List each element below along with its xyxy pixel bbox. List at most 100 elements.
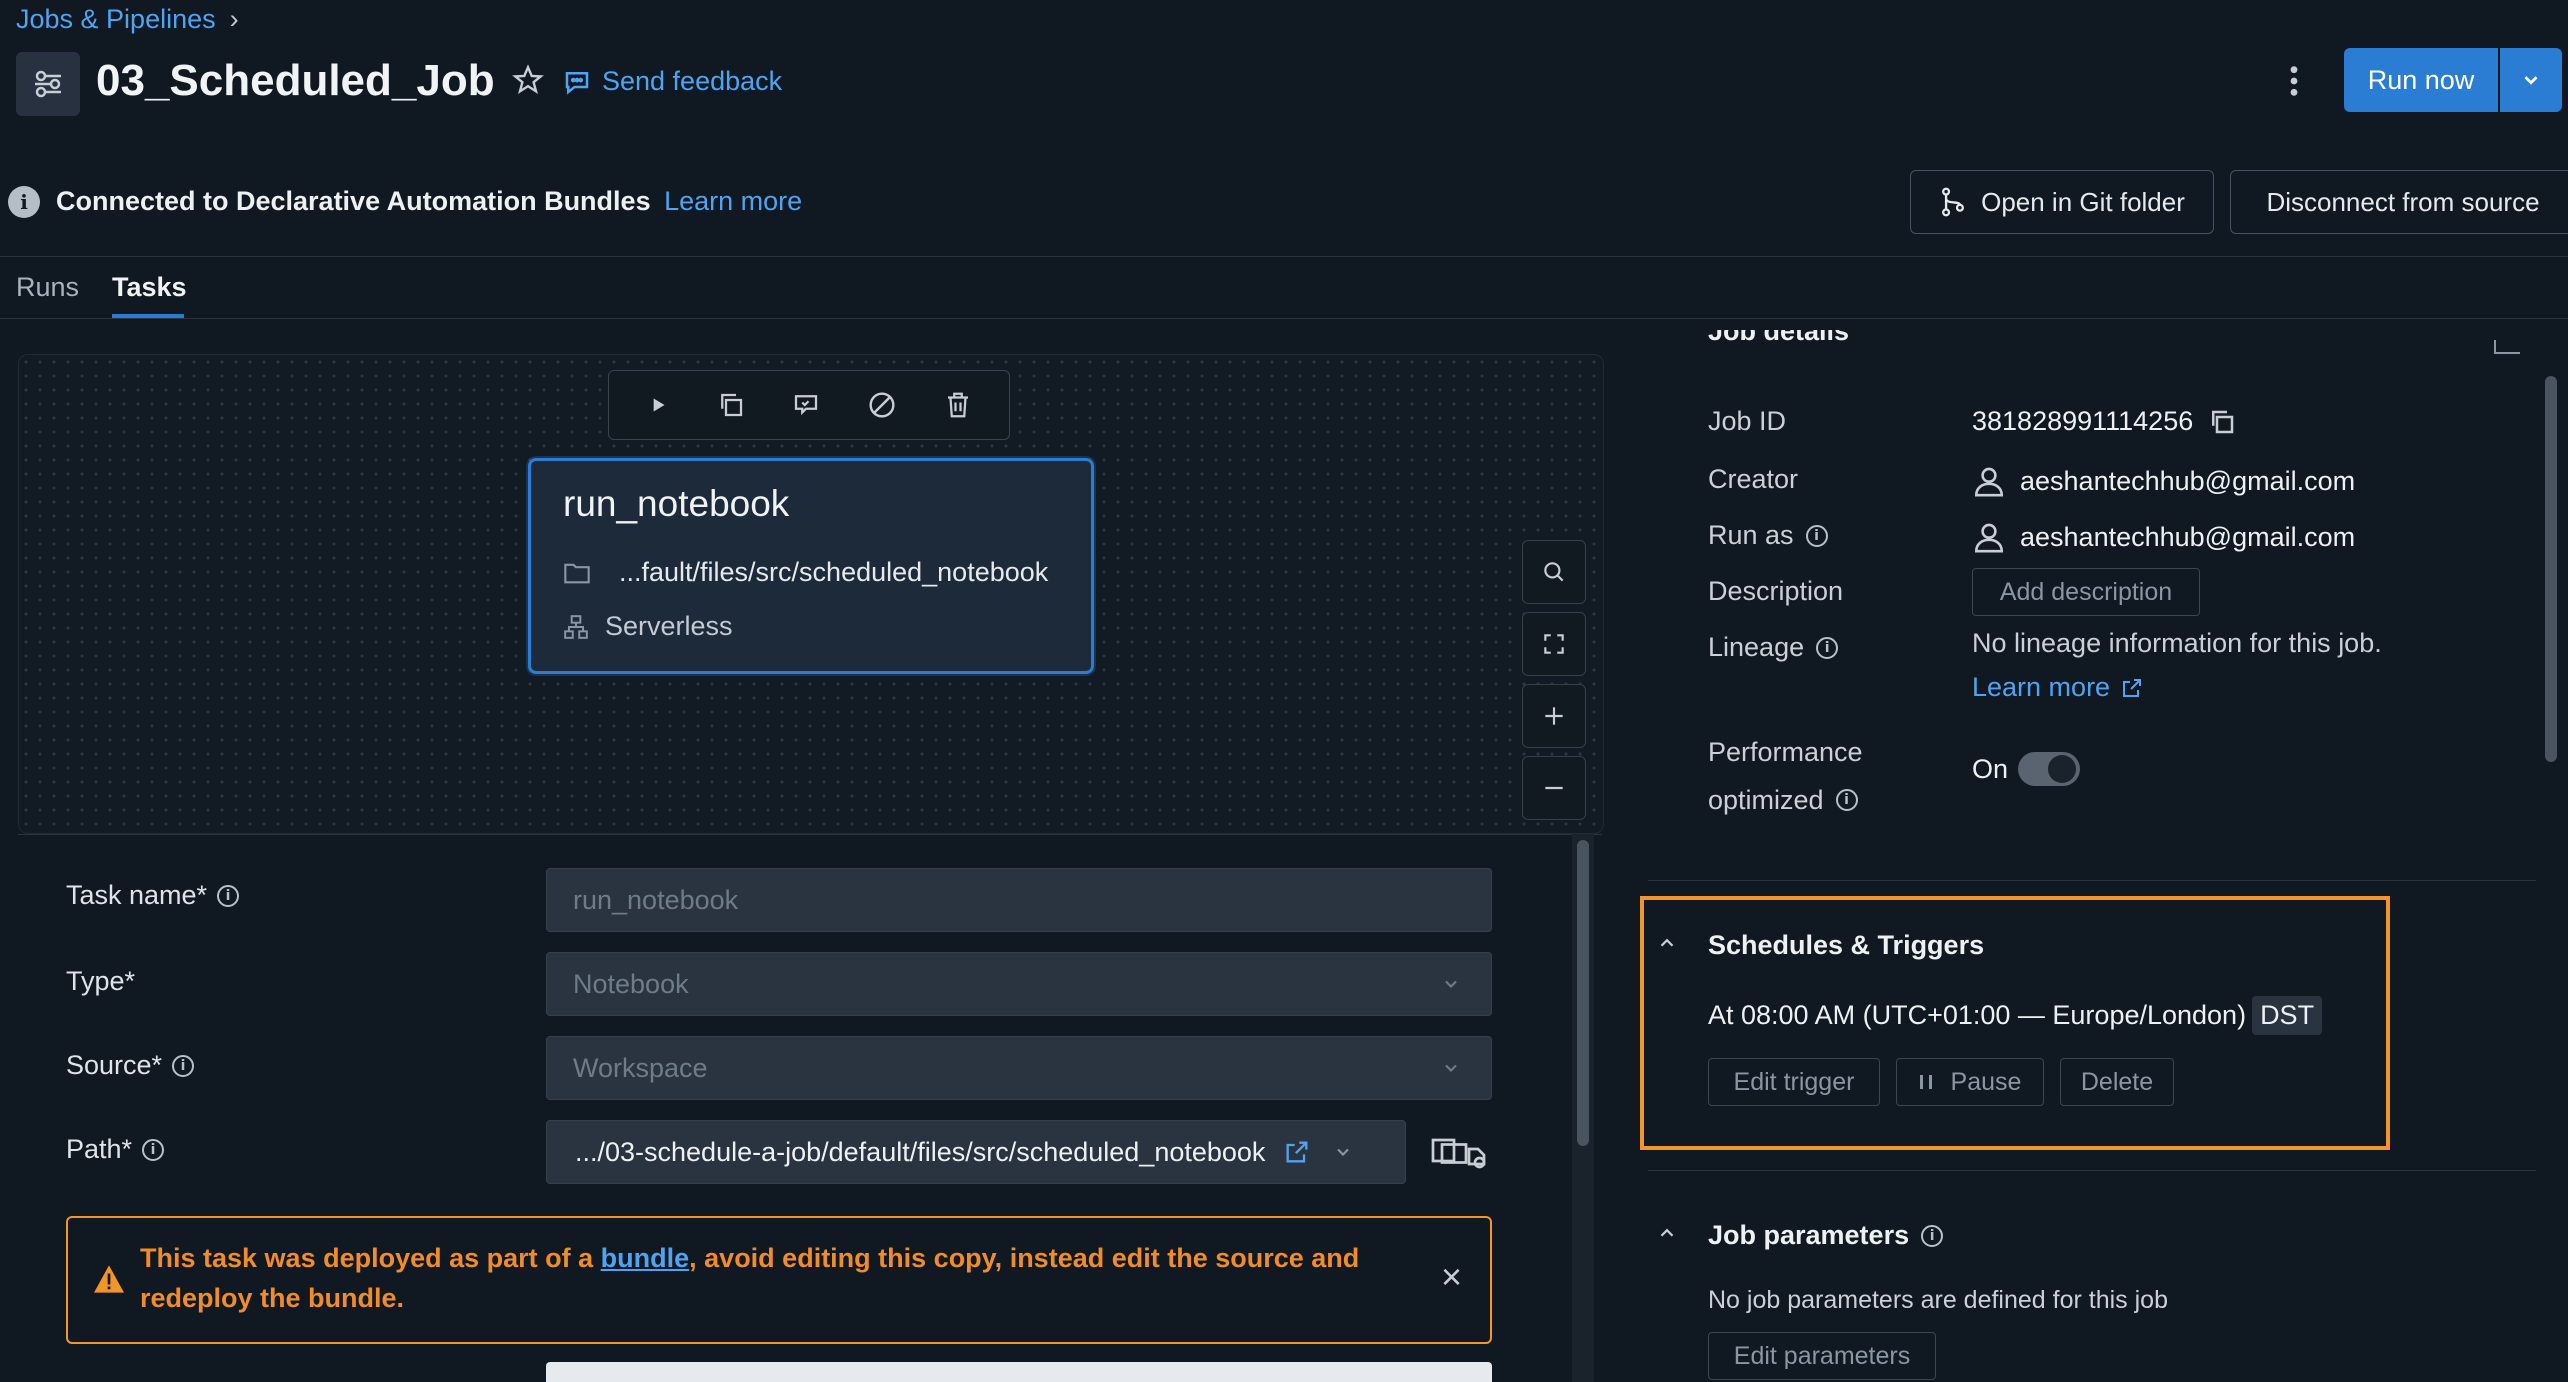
delete-trigger-button[interactable]: Delete xyxy=(2060,1058,2174,1106)
bundle-link[interactable]: bundle xyxy=(601,1243,690,1273)
folder-icon xyxy=(564,563,590,583)
compute-cluster-icon xyxy=(564,614,588,639)
pause-icon xyxy=(1919,1075,1932,1089)
performance-toggle[interactable] xyxy=(2018,752,2080,786)
performance-optimized-label: Performance optimized i xyxy=(1708,737,1863,815)
search-icon xyxy=(1544,562,1564,582)
description-label: Description xyxy=(1708,576,1844,606)
trash-icon[interactable] xyxy=(943,390,973,420)
copy-icon[interactable] xyxy=(2207,407,2237,437)
schedule-text: At 08:00 AM (UTC+01:00 — Europe/London) … xyxy=(1708,996,2323,1035)
external-link-icon[interactable] xyxy=(1283,1138,1311,1166)
tabs-divider xyxy=(0,318,2568,319)
run-as-label: Run as i xyxy=(1708,520,1828,551)
run-now-button[interactable]: Run now xyxy=(2344,48,2498,112)
type-select[interactable]: Notebook xyxy=(546,952,1492,1016)
warning-text: This task was deployed as part of a bund… xyxy=(140,1243,1360,1313)
edit-parameters-button[interactable]: Edit parameters xyxy=(1708,1332,1936,1380)
details-section-title-partial: Job details xyxy=(1708,330,1850,346)
warning-triangle-icon xyxy=(94,1265,124,1293)
bundle-banner-text: Connected to Declarative Automation Bund… xyxy=(56,186,803,216)
details-scrollbar[interactable] xyxy=(2540,370,2562,1382)
favorite-star-icon[interactable] xyxy=(512,64,544,96)
task-node-title: run_notebook xyxy=(563,483,790,524)
open-in-git-folder-button[interactable]: Open in Git folder xyxy=(1910,170,2214,234)
tab-tasks[interactable]: Tasks xyxy=(112,272,187,303)
task-node-compute-row: Serverless xyxy=(563,611,733,642)
creator-label: Creator xyxy=(1708,464,1799,494)
play-icon[interactable] xyxy=(645,392,671,418)
source-label: Source* i xyxy=(66,1050,195,1081)
info-icon[interactable]: i xyxy=(1805,524,1828,547)
creator-value: aeshantechhub@gmail.com xyxy=(1972,464,2355,498)
type-label: Type* xyxy=(66,966,136,996)
tab-runs[interactable]: Runs xyxy=(16,272,79,303)
run-now-dropdown-button[interactable] xyxy=(2500,48,2562,112)
bundle-warning-alert: This task was deployed as part of a bund… xyxy=(66,1216,1492,1344)
job-parameters-title: Job parameters i xyxy=(1708,1220,1944,1251)
canvas-zoom-in-button[interactable] xyxy=(1522,684,1586,748)
breadcrumb-separator: › xyxy=(229,4,239,34)
disconnect-from-source-button[interactable]: Disconnect from source xyxy=(2230,170,2568,234)
page-title: 03_Scheduled_Job xyxy=(96,56,495,105)
breadcrumb-jobs-link[interactable]: Jobs & Pipelines xyxy=(16,4,216,35)
info-icon[interactable]: i xyxy=(1816,636,1839,659)
plus-icon xyxy=(1545,707,1563,725)
info-icon[interactable]: i xyxy=(1835,789,1858,811)
kebab-menu-icon[interactable] xyxy=(2286,64,2302,98)
add-description-button[interactable]: Add description xyxy=(1972,568,2200,616)
task-node-card[interactable]: run_notebook ...fault/files/src/schedule… xyxy=(528,458,1094,674)
user-icon xyxy=(1974,523,2004,553)
details-collapse-icon[interactable] xyxy=(2494,340,2520,354)
info-icon[interactable]: i xyxy=(217,884,240,907)
job-id-value: 381828991114256 xyxy=(1972,406,2237,437)
chat-bubble-icon xyxy=(565,71,589,95)
info-circle-icon: i xyxy=(8,186,40,218)
info-icon[interactable]: i xyxy=(172,1054,195,1077)
lineage-label: Lineage i xyxy=(1708,632,1839,663)
source-select[interactable]: Workspace xyxy=(546,1036,1492,1100)
path-select[interactable]: .../03-schedule-a-job/default/files/src/… xyxy=(546,1120,1406,1184)
details-divider xyxy=(1648,880,2536,881)
chevron-down-icon xyxy=(1337,1148,1350,1156)
canvas-zoom-out-button[interactable] xyxy=(1522,756,1586,820)
form-scrollbar[interactable] xyxy=(1572,834,1594,1382)
info-icon[interactable]: i xyxy=(1921,1224,1944,1247)
schedules-divider xyxy=(1648,1170,2536,1171)
path-label: Path* i xyxy=(66,1134,165,1165)
user-icon xyxy=(1974,467,2004,497)
copy-icon[interactable] xyxy=(716,390,746,420)
chevron-up-icon[interactable] xyxy=(1656,1222,1678,1244)
job-type-icon xyxy=(16,52,80,116)
info-icon[interactable]: i xyxy=(142,1138,165,1161)
repair-run-icon[interactable] xyxy=(791,390,821,420)
task-form-divider xyxy=(18,834,1602,835)
performance-toggle-label: On xyxy=(1972,754,2009,784)
task-name-label: Task name* i xyxy=(66,880,240,911)
dst-badge: DST xyxy=(2252,996,2323,1035)
lineage-value: No lineage information for this job. xyxy=(1972,628,2382,658)
canvas-search-button[interactable] xyxy=(1522,540,1586,604)
node-toolbar xyxy=(608,370,1010,440)
warning-close-button[interactable]: × xyxy=(1441,1256,1462,1298)
external-link-icon xyxy=(2123,678,2142,697)
canvas-fit-view-button[interactable] xyxy=(1522,612,1586,676)
banner-divider xyxy=(0,256,2568,257)
path-browse-icon[interactable] xyxy=(1430,1134,1490,1170)
lineage-learn-more-link[interactable]: Learn more xyxy=(1972,672,2144,703)
breadcrumb: Jobs & Pipelines › xyxy=(16,4,239,35)
pause-button[interactable]: Pause xyxy=(1896,1058,2044,1106)
disable-icon[interactable] xyxy=(866,389,898,421)
task-name-input[interactable]: run_notebook xyxy=(546,868,1492,932)
job-parameters-empty-text: No job parameters are defined for this j… xyxy=(1708,1286,2168,1314)
chevron-up-icon[interactable] xyxy=(1656,932,1678,954)
banner-learn-more-link[interactable]: Learn more xyxy=(664,186,802,216)
fit-view-icon xyxy=(1544,634,1564,654)
git-branch-icon xyxy=(1942,187,1965,217)
next-field-partial xyxy=(546,1362,1492,1382)
chevron-down-icon xyxy=(2524,76,2538,85)
job-id-label: Job ID xyxy=(1708,406,1787,436)
chevron-down-icon xyxy=(1445,1064,1457,1072)
edit-trigger-button[interactable]: Edit trigger xyxy=(1708,1058,1880,1106)
send-feedback-link[interactable]: Send feedback xyxy=(562,66,782,97)
